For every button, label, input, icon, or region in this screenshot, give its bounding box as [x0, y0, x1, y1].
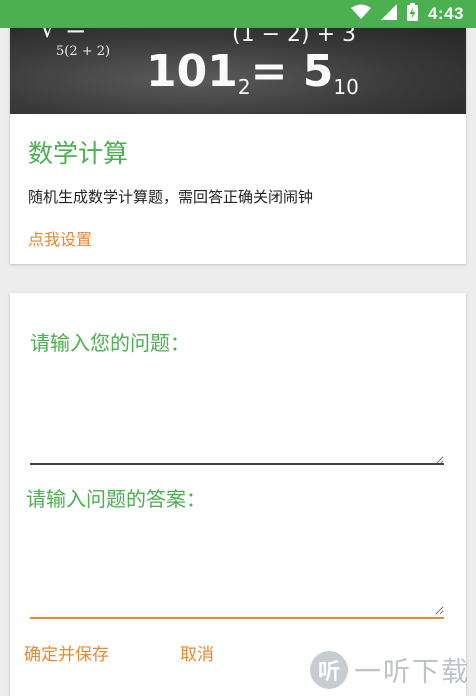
cancel-button[interactable]: 取消 — [180, 640, 214, 665]
save-button[interactable]: 确定并保存 — [24, 640, 109, 665]
chalk-formula-fragment: √ = — [40, 28, 87, 44]
answer-input[interactable] — [30, 515, 444, 615]
status-bar: 4:43 — [0, 0, 476, 28]
battery-charging-icon — [406, 3, 418, 25]
question-input-underline — [30, 463, 444, 465]
chalk-formula-binary: 1012= 510 — [146, 46, 359, 99]
question-label: 请输入您的问题： — [30, 331, 190, 355]
question-form-card: 请输入您的问题： 请输入问题的答案： 确定并保存 取消 — [10, 293, 466, 696]
settings-link[interactable]: 点我设置 — [28, 226, 92, 250]
wifi-icon — [350, 4, 371, 24]
card-description: 随机生成数学计算题，需回答正确关闭闹钟 — [28, 188, 314, 206]
card-title: 数学计算 — [28, 139, 129, 168]
watermark-logo-icon: 听 — [310, 650, 348, 689]
answer-input-underline — [30, 617, 444, 619]
question-input[interactable] — [30, 357, 444, 465]
signal-icon — [380, 4, 397, 24]
status-time: 4:43 — [427, 4, 464, 23]
watermark: 听 一听下载 — [310, 650, 470, 689]
watermark-text: 一听下载 — [354, 657, 470, 688]
chalkboard-banner-image: √ = 5(2 + 2) (1 − 2) + 3 1012= 510 — [10, 28, 466, 114]
answer-label: 请输入问题的答案： — [26, 487, 206, 511]
chalk-formula-top: (1 − 2) + 3 — [232, 28, 356, 47]
chalk-formula-small: 5(2 + 2) — [56, 44, 111, 59]
math-feature-card: √ = 5(2 + 2) (1 − 2) + 3 1012= 510 数学计算 … — [10, 28, 466, 264]
